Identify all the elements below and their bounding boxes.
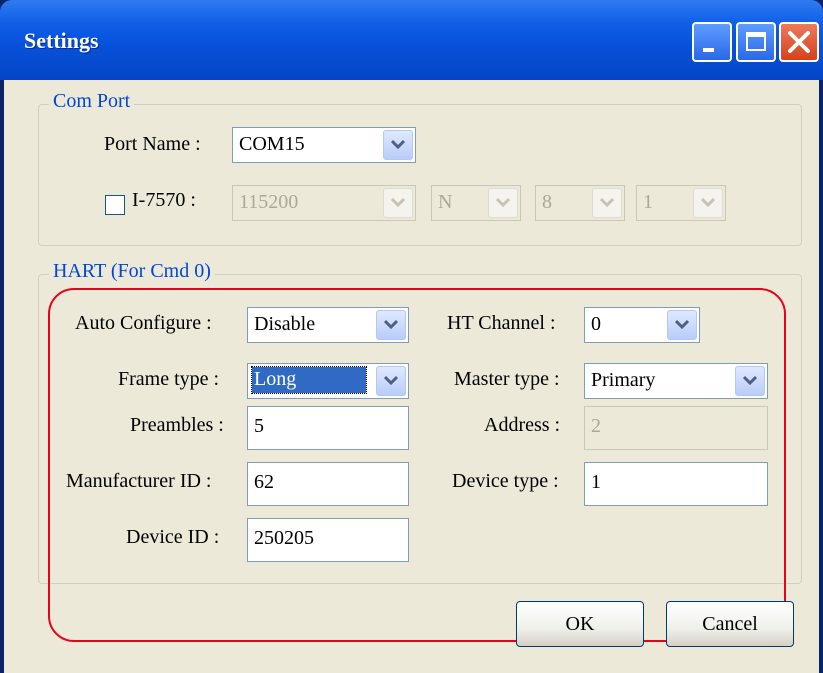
auto-configure-select[interactable]: Disable xyxy=(247,307,409,343)
address-label: Address : xyxy=(484,414,561,436)
chevron-down-icon[interactable] xyxy=(735,366,765,396)
master-type-value: Primary xyxy=(591,369,656,391)
device-id-label: Device ID : xyxy=(126,526,220,548)
chevron-down-icon[interactable] xyxy=(376,366,406,396)
port-name-select[interactable]: COM15 xyxy=(232,127,416,163)
chevron-down-icon[interactable] xyxy=(376,310,406,340)
address-input[interactable]: 2 xyxy=(584,406,768,450)
frame-type-select[interactable]: Long xyxy=(247,363,409,399)
chevron-down-icon[interactable] xyxy=(383,130,413,160)
manufacturer-id-input[interactable]: 62 xyxy=(247,462,409,506)
ht-channel-select[interactable]: 0 xyxy=(584,307,700,343)
data-bits-value: 8 xyxy=(542,191,552,213)
manufacturer-id-label: Manufacturer ID : xyxy=(66,470,212,492)
device-type-value: 1 xyxy=(591,471,601,493)
device-type-label: Device type : xyxy=(452,470,559,492)
device-id-input[interactable]: 250205 xyxy=(247,518,409,562)
preambles-input[interactable]: 5 xyxy=(247,406,409,450)
device-type-input[interactable]: 1 xyxy=(584,462,768,506)
ok-button[interactable]: OK xyxy=(516,601,644,647)
chevron-down-icon xyxy=(488,188,518,218)
title-bar[interactable]: Settings xyxy=(0,0,823,80)
window-title: Settings xyxy=(24,28,99,53)
ht-channel-value: 0 xyxy=(591,313,601,335)
hart-legend: HART (For Cmd 0) xyxy=(49,260,215,283)
ht-channel-label: HT Channel : xyxy=(447,312,556,334)
parity-value: N xyxy=(438,191,453,213)
cancel-button[interactable]: Cancel xyxy=(666,601,794,647)
close-button[interactable] xyxy=(779,22,819,62)
address-value: 2 xyxy=(591,415,601,437)
manufacturer-id-value: 62 xyxy=(254,471,274,493)
baud-rate-value: 115200 xyxy=(239,191,299,213)
port-name-value: COM15 xyxy=(239,133,305,155)
maximize-button[interactable] xyxy=(736,22,776,62)
auto-configure-label: Auto Configure : xyxy=(75,312,212,334)
baud-rate-select[interactable]: 115200 xyxy=(232,185,416,221)
port-name-label: Port Name : xyxy=(104,133,201,155)
data-bits-select[interactable]: 8 xyxy=(535,185,625,221)
com-port-legend: Com Port xyxy=(49,90,135,113)
preambles-value: 5 xyxy=(254,415,264,437)
i7570-label: I-7570 : xyxy=(132,189,196,211)
device-id-value: 250205 xyxy=(254,527,314,549)
chevron-down-icon xyxy=(383,188,413,218)
dialog-body: Com Port Port Name : COM15 I-7570 : 1152… xyxy=(4,80,819,673)
chevron-down-icon xyxy=(693,188,723,218)
close-icon xyxy=(788,31,810,53)
frame-type-label: Frame type : xyxy=(118,368,220,390)
auto-configure-value: Disable xyxy=(254,313,316,335)
chevron-down-icon xyxy=(592,188,622,218)
parity-select[interactable]: N xyxy=(431,185,521,221)
settings-window: Settings Com Port Port Name : COM15 I-75… xyxy=(0,0,823,673)
preambles-label: Preambles : xyxy=(130,414,224,436)
chevron-down-icon[interactable] xyxy=(667,310,697,340)
com-port-group xyxy=(38,104,802,246)
master-type-select[interactable]: Primary xyxy=(584,363,768,399)
minimize-button[interactable] xyxy=(692,22,732,62)
i7570-checkbox[interactable] xyxy=(105,195,125,215)
stop-bits-value: 1 xyxy=(643,191,653,213)
maximize-icon xyxy=(746,32,766,51)
master-type-label: Master type : xyxy=(454,368,560,390)
stop-bits-select[interactable]: 1 xyxy=(636,185,726,221)
frame-type-value: Long xyxy=(251,366,367,394)
minimize-icon xyxy=(703,48,714,52)
